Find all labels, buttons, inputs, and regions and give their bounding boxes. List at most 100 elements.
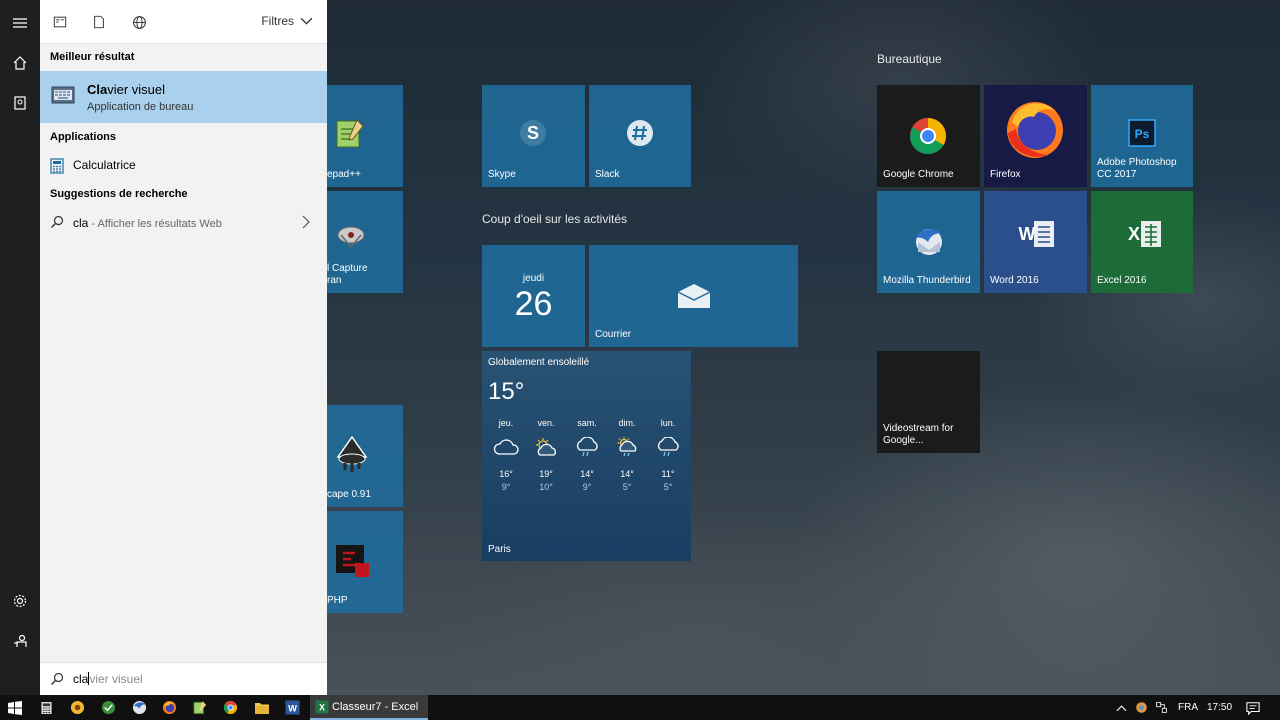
notepadpp-icon[interactable] [191, 699, 208, 716]
best-match-title: Clavier visuel [87, 82, 166, 97]
tile-label: Skype [488, 169, 516, 180]
tile-notepadpp[interactable]: epad++ [327, 85, 403, 187]
tile-label: epad++ [327, 169, 361, 180]
app-green-icon[interactable] [100, 699, 117, 716]
suggestions-heading: Suggestions de recherche [50, 188, 188, 200]
mail-envelope-icon [677, 284, 711, 308]
slack-icon [627, 120, 653, 146]
taskbar-excel-window[interactable]: X Classeur7 - Excel [310, 695, 428, 720]
tray-app-icon[interactable] [1133, 699, 1150, 716]
partly-sunny-icon [526, 437, 566, 459]
tile-label: l Capture ran [327, 263, 368, 286]
search-input[interactable]: clavier visuel [40, 662, 327, 695]
search-icon [51, 215, 64, 228]
forecast-high: 14° [580, 469, 594, 479]
thunderbird-icon[interactable] [131, 699, 148, 716]
tile-screen-capture[interactable]: l Capture ran [327, 191, 403, 293]
web-globe-icon[interactable] [130, 13, 148, 31]
rain-icon [648, 437, 688, 459]
forecast-high: 11° [661, 469, 675, 479]
tile-php[interactable]: PHP [327, 511, 403, 613]
search-filter-bar: Filtres [40, 0, 327, 44]
forecast-low: 5° [663, 482, 673, 492]
tile-weather[interactable]: Globalement ensoleillé 15° jeu. ven. sam… [482, 351, 691, 561]
weather-city: Paris [488, 544, 511, 555]
app-result-calculator[interactable]: Calculatrice [40, 154, 327, 178]
forecast-day: ven. [537, 418, 555, 428]
tile-label: Slack [595, 169, 620, 180]
tile-excel-2016[interactable]: X Excel 2016 [1091, 191, 1193, 293]
forecast-day: jeu. [498, 418, 514, 428]
best-match-result[interactable]: Clavier visuel Application de bureau [40, 71, 327, 123]
chevron-up-icon[interactable] [1113, 699, 1130, 716]
action-center-icon[interactable] [1244, 699, 1261, 716]
firefox-icon [1007, 102, 1063, 158]
home-icon[interactable] [0, 43, 40, 83]
tile-mail[interactable]: Courrier [589, 245, 798, 347]
inkscape-icon [336, 435, 368, 472]
best-match-subtitle: Application de bureau [87, 101, 194, 113]
feedback-icon[interactable] [0, 621, 40, 661]
calculator-icon[interactable] [38, 699, 55, 716]
file-explorer-folder-icon[interactable] [253, 699, 270, 716]
tile-adobe-photoshop[interactable]: Ps Adobe Photoshop CC 2017 [1091, 85, 1193, 187]
forecast-day: sam. [577, 418, 597, 428]
tile-skype[interactable]: S Skype [482, 85, 585, 187]
tile-label: cape 0.91 [327, 489, 371, 500]
notebook-icon[interactable] [0, 83, 40, 123]
forecast-low: 9° [582, 482, 592, 492]
settings-gear-icon[interactable] [0, 581, 40, 621]
forecast-day: lun. [660, 418, 676, 428]
on-screen-keyboard-icon [51, 86, 75, 104]
search-panel: Filtres Meilleur résultat Clavier visuel… [40, 0, 327, 695]
svg-text:Ps: Ps [1135, 127, 1150, 141]
tile-google-chrome[interactable]: Google Chrome [877, 85, 980, 187]
svg-text:X: X [1128, 224, 1140, 244]
forecast-high: 14° [620, 469, 634, 479]
photoshop-icon: Ps [1128, 119, 1156, 147]
search-icon [51, 672, 64, 685]
forecast-low: 9° [501, 482, 511, 492]
language-indicator[interactable]: FRA [1178, 702, 1198, 713]
system-clock[interactable]: 17:50 [1207, 702, 1232, 713]
firefox-icon[interactable] [161, 699, 178, 716]
app-result-label: Calculatrice [73, 158, 136, 172]
tile-label: Word 2016 [990, 275, 1039, 286]
tile-videostream[interactable]: Videostream for Google... [877, 351, 980, 453]
office-group-title: Bureautique [877, 52, 942, 66]
tile-calendar[interactable]: jeudi 26 [482, 245, 585, 347]
svg-text:W: W [288, 703, 297, 713]
tile-label: Google Chrome [883, 169, 954, 180]
web-suggestion[interactable]: cla - Afficher les résultats Web [40, 211, 327, 235]
documents-filter-icon[interactable] [90, 13, 108, 31]
tile-firefox[interactable]: Firefox [984, 85, 1087, 187]
app-yellow-icon[interactable] [69, 699, 86, 716]
apps-heading: Applications [50, 131, 117, 143]
calendar-day-number: 26 [514, 285, 553, 323]
tile-inkscape[interactable]: cape 0.91 [327, 405, 403, 507]
sun-rain-icon [607, 437, 647, 459]
tile-slack[interactable]: Slack [589, 85, 691, 187]
network-icon[interactable] [1153, 699, 1170, 716]
word-icon: W [1019, 221, 1054, 247]
apps-filter-icon[interactable] [51, 13, 69, 31]
filters-dropdown[interactable]: Filtres [261, 14, 313, 28]
tile-label: Videostream for Google... [883, 423, 954, 446]
cloud-icon [486, 437, 526, 459]
chevron-right-icon [302, 215, 310, 229]
suggestion-text: cla - Afficher les résultats Web [73, 216, 222, 230]
filters-label: Filtres [261, 14, 294, 28]
word-icon[interactable]: W [284, 699, 301, 716]
tile-label: Adobe Photoshop CC 2017 [1097, 157, 1177, 180]
windows-start-icon[interactable] [5, 699, 25, 716]
chrome-icon [910, 118, 946, 155]
svg-text:W: W [1019, 224, 1036, 244]
tile-word-2016[interactable]: W Word 2016 [984, 191, 1087, 293]
hamburger-menu-icon[interactable] [0, 3, 40, 43]
weather-current-temp: 15° [488, 378, 525, 405]
tile-mozilla-thunderbird[interactable]: Mozilla Thunderbird [877, 191, 980, 293]
search-query-text: clavier visuel [73, 672, 143, 686]
notepadpp-icon [336, 119, 364, 148]
php-editor-icon [336, 545, 369, 577]
chrome-icon[interactable] [222, 699, 239, 716]
